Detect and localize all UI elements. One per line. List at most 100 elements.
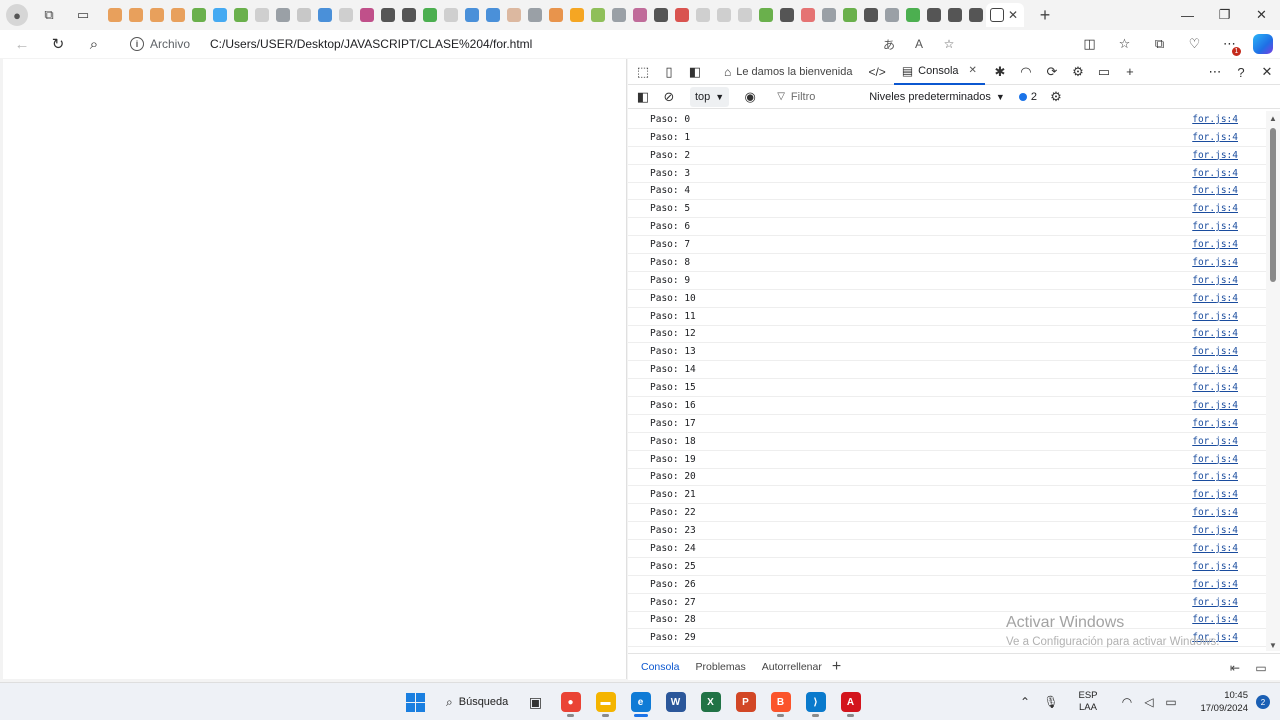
browser-tab[interactable] [776,3,797,27]
filter-input[interactable]: ▽ Filtro [771,87,865,107]
browser-tab[interactable] [545,3,566,27]
taskbar-app-excel[interactable]: X [693,687,728,717]
browser-tab[interactable] [734,3,755,27]
source-link[interactable]: for.js:4 [1192,114,1238,125]
browser-tab[interactable] [755,3,776,27]
source-link[interactable]: for.js:4 [1192,436,1238,447]
close-window-button[interactable]: ✕ [1243,0,1280,30]
scrollbar-thumb[interactable] [1270,128,1276,282]
source-link[interactable]: for.js:4 [1192,507,1238,518]
more-menu-icon[interactable]: ⋯ 1 [1212,36,1247,56]
browser-tab[interactable] [188,3,209,27]
browser-tab[interactable] [629,3,650,27]
url-text[interactable]: C:/Users/USER/Desktop/JAVASCRIPT/CLASE%2… [210,37,532,51]
taskbar-search[interactable]: ⌕ Búsqueda [436,688,518,716]
inspect-element-icon[interactable]: ⬚ [630,59,656,85]
browser-tab[interactable] [314,3,335,27]
source-link[interactable]: for.js:4 [1192,346,1238,357]
maximize-button[interactable]: ❐ [1206,0,1243,30]
taskbar-app-chrome[interactable]: ● [553,687,588,717]
add-tool-icon[interactable]: + [1117,59,1143,85]
dock-side-icon[interactable]: ◧ [682,59,708,85]
source-link[interactable]: for.js:4 [1192,293,1238,304]
tab-elements[interactable]: </> [860,59,893,85]
browser-tab[interactable] [356,3,377,27]
browser-tab[interactable] [209,3,230,27]
browser-tab[interactable] [377,3,398,27]
translate-icon[interactable]: あ [874,36,904,53]
browser-tab[interactable] [587,3,608,27]
source-link[interactable]: for.js:4 [1192,525,1238,536]
scroll-up-icon[interactable]: ▲ [1269,114,1277,123]
source-link[interactable]: for.js:4 [1192,597,1238,608]
input-language[interactable]: ESP LAA [1068,690,1108,714]
scroll-down-icon[interactable]: ▼ [1269,641,1277,650]
close-tab-icon[interactable]: ✕ [969,65,977,76]
browser-tab[interactable] [524,3,545,27]
console-settings-gear-icon[interactable]: ⚙ [1043,84,1069,110]
source-link[interactable]: for.js:4 [1192,382,1238,393]
notification-count-badge[interactable]: 2 [1256,695,1270,709]
log-levels-dropdown[interactable]: Niveles predeterminados ▼ [869,91,1005,103]
read-aloud-icon[interactable]: A [904,37,934,51]
browser-tab[interactable] [461,3,482,27]
source-link[interactable]: for.js:4 [1192,150,1238,161]
volume-icon[interactable]: ◁ [1138,695,1160,709]
drawer-tab-console[interactable]: Consola [633,654,688,681]
taskbar-app-taskview[interactable]: ▣ [518,687,553,717]
application-icon[interactable]: ▭ [1091,59,1117,85]
browser-tab[interactable] [797,3,818,27]
network-wifi-icon[interactable]: ◠ [1013,59,1039,85]
browser-tab[interactable] [839,3,860,27]
profile-avatar-icon[interactable]: ● [6,4,28,26]
source-link[interactable]: for.js:4 [1192,454,1238,465]
help-icon[interactable]: ? [1228,65,1254,80]
clock[interactable]: 10:45 17/09/2024 [1190,689,1248,715]
source-link[interactable]: for.js:4 [1192,579,1238,590]
browser-tab[interactable] [503,3,524,27]
browser-tab[interactable] [818,3,839,27]
source-link[interactable]: for.js:4 [1192,185,1238,196]
browser-essentials-icon[interactable]: ♡ [1177,36,1212,52]
tab-welcome[interactable]: ⌂ Le damos la bienvenida [716,59,860,85]
source-link[interactable]: for.js:4 [1192,364,1238,375]
source-link[interactable]: for.js:4 [1192,561,1238,572]
browser-tab[interactable] [398,3,419,27]
source-link[interactable]: for.js:4 [1192,543,1238,554]
source-link[interactable]: for.js:4 [1192,328,1238,339]
browser-tab[interactable] [608,3,629,27]
show-hidden-icons-chevron-icon[interactable]: ⌃ [1014,695,1036,709]
source-link[interactable]: for.js:4 [1192,132,1238,143]
taskbar-app-word[interactable]: W [658,687,693,717]
browser-tab[interactable] [944,3,965,27]
browser-tab[interactable] [965,3,986,27]
browser-tab[interactable] [713,3,734,27]
add-drawer-tab-icon[interactable]: + [832,658,841,676]
source-link[interactable]: for.js:4 [1192,203,1238,214]
source-link[interactable]: for.js:4 [1192,418,1238,429]
search-icon[interactable]: ⌕ [78,30,110,58]
performance-icon[interactable]: ⟳ [1039,59,1065,85]
browser-tab[interactable] [251,3,272,27]
favorites-icon[interactable]: ☆ [1107,36,1142,52]
taskbar-app-acrobat[interactable]: A [833,687,868,717]
expand-drawer-icon[interactable]: ▭ [1248,661,1274,675]
browser-tab[interactable] [293,3,314,27]
source-link[interactable]: for.js:4 [1192,257,1238,268]
taskbar-app-explorer[interactable]: ▬ [588,687,623,717]
source-link[interactable]: for.js:4 [1192,400,1238,411]
source-link[interactable]: for.js:4 [1192,311,1238,322]
close-devtools-icon[interactable]: ✕ [1254,64,1280,80]
browser-tab[interactable] [104,3,125,27]
source-link[interactable]: for.js:4 [1192,275,1238,286]
tab-actions-icon[interactable]: ▭ [70,2,96,28]
context-selector[interactable]: top ▼ [690,86,730,107]
start-windows-icon[interactable] [402,689,428,715]
browser-tab[interactable] [566,3,587,27]
live-expression-eye-icon[interactable]: ◉ [737,84,763,110]
microphone-icon[interactable]: 🎙 [1040,695,1062,709]
tab-console[interactable]: ▤ Consola ✕ [893,59,985,85]
browser-tab[interactable] [167,3,188,27]
dock-drawer-icon[interactable]: ⇤ [1222,661,1248,675]
address-bar[interactable]: i Archivo C:/Users/USER/Desktop/JAVASCRI… [118,32,964,56]
